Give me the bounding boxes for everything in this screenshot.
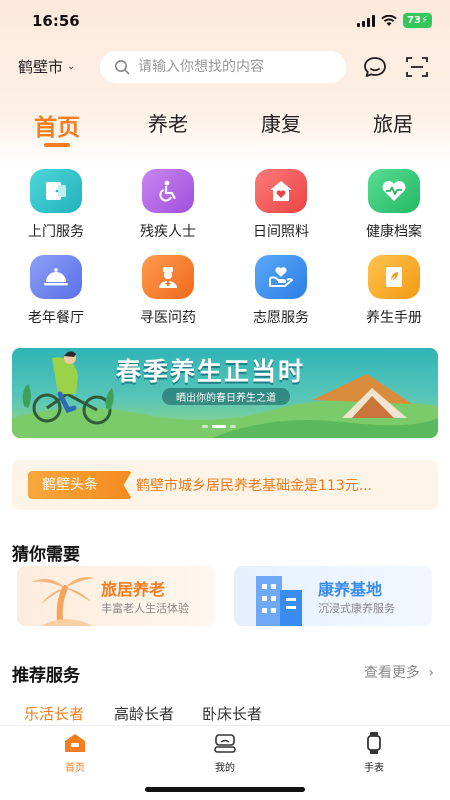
- card-title: 旅居养老: [101, 580, 166, 599]
- hand-heart-icon: [255, 255, 307, 299]
- card-subtitle: 沉浸式康养服务: [318, 602, 395, 615]
- status-time: 16:56: [32, 12, 80, 30]
- city-label: 鹤壁市: [18, 58, 64, 76]
- message-bubble-icon[interactable]: [362, 54, 388, 80]
- search-input[interactable]: [138, 59, 338, 75]
- wheelchair-icon: [142, 169, 194, 213]
- grid-item-health-handbook[interactable]: 养生手册: [338, 255, 450, 327]
- home-indicator: [145, 787, 305, 792]
- grid-item-health-record[interactable]: 健康档案: [338, 169, 450, 241]
- tab-travel-living[interactable]: 旅居: [353, 108, 433, 137]
- battery-level: 73: [407, 15, 421, 26]
- grid-label: 寻医问药: [140, 310, 196, 326]
- grid-item-day-care[interactable]: 日间照料: [225, 169, 337, 241]
- house-heart-icon: [255, 169, 307, 213]
- news-ticker[interactable]: 鹤壁头条 鹤壁市城乡居民养老基础金是113元...: [12, 460, 438, 510]
- battery-indicator: 73⚡: [403, 13, 432, 28]
- grid-item-door-service[interactable]: 上门服务: [0, 169, 112, 241]
- grid-item-disabled[interactable]: 残疾人士: [112, 169, 224, 241]
- profile-icon: [214, 734, 236, 753]
- tab-active-elders[interactable]: 乐活长者: [24, 703, 84, 724]
- city-selector[interactable]: 鹤壁市 ⌄: [18, 56, 75, 77]
- active-tab-indicator: [44, 143, 70, 147]
- news-tag: 鹤壁头条: [28, 471, 132, 499]
- watch-icon: [367, 732, 381, 754]
- grid-item-elderly-dining[interactable]: 老年餐厅: [0, 255, 112, 327]
- card-title: 康养基地: [318, 580, 383, 599]
- promo-banner[interactable]: 春季养生正当时 晒出你的春日养生之道: [12, 348, 438, 438]
- grid-item-find-doctor[interactable]: 寻医问药: [112, 255, 224, 327]
- tabbar-mine[interactable]: 我的: [185, 732, 265, 774]
- grid-item-volunteer[interactable]: 志愿服务: [225, 255, 337, 327]
- tab-bedridden-elders[interactable]: 卧床长者: [202, 703, 262, 724]
- search-icon: [115, 60, 130, 75]
- card-subtitle: 丰富老人生活体验: [101, 602, 189, 615]
- tabbar-label: 首页: [65, 763, 85, 774]
- tab-rehab[interactable]: 康复: [241, 108, 321, 137]
- news-headline[interactable]: 鹤壁市城乡居民养老基础金是113元...: [136, 475, 372, 495]
- tab-home[interactable]: 首页: [17, 108, 97, 142]
- grid-label: 养生手册: [366, 310, 422, 326]
- chevron-right-icon: ›: [428, 665, 434, 681]
- top-tabs: 首页 养老 康复 旅居: [0, 108, 450, 154]
- tab-elderly-care[interactable]: 养老: [128, 108, 208, 137]
- building-icon: [256, 576, 302, 626]
- header: 鹤壁市 ⌄: [0, 48, 450, 84]
- tabbar-label: 手表: [364, 763, 384, 774]
- status-bar: 16:56 73⚡: [0, 0, 450, 44]
- palm-tree-icon: [31, 577, 95, 626]
- door-service-icon: [30, 169, 82, 213]
- grid-label: 志愿服务: [253, 310, 309, 326]
- see-more-link[interactable]: 查看更多 ›: [364, 662, 434, 682]
- banner-pagination: [202, 425, 236, 428]
- wifi-icon: [381, 14, 397, 26]
- banner-title: 春季养生正当时: [116, 357, 306, 386]
- doctor-icon: [142, 255, 194, 299]
- card-travel-living[interactable]: 旅居养老 丰富老人生活体验: [17, 566, 215, 626]
- chevron-down-icon: ⌄: [67, 61, 76, 72]
- grid-label: 健康档案: [366, 224, 422, 240]
- scan-icon[interactable]: [404, 54, 430, 80]
- grid-label: 上门服务: [28, 224, 84, 240]
- grid-label: 老年餐厅: [28, 310, 84, 326]
- tabbar-label: 我的: [215, 763, 235, 774]
- grid-label: 残疾人士: [140, 224, 196, 240]
- see-more-label: 查看更多: [363, 665, 420, 681]
- tab-senior-elders[interactable]: 高龄长者: [114, 703, 174, 724]
- recommend-tabs: 乐活长者 高龄长者 卧床长者: [24, 703, 444, 727]
- tabbar-watch[interactable]: 手表: [334, 732, 414, 774]
- cellular-signal-icon: [357, 14, 376, 27]
- grid-label: 日间照料: [253, 224, 309, 240]
- banner-subtitle: 晒出你的春日养生之道: [162, 388, 290, 405]
- status-icons: 73⚡: [357, 13, 432, 28]
- tabbar-home[interactable]: 首页: [35, 732, 115, 774]
- recommend-section-title: 推荐服务: [12, 666, 80, 686]
- home-icon: [65, 734, 85, 752]
- handbook-icon: [368, 255, 420, 299]
- search-bar[interactable]: [100, 51, 346, 83]
- dining-cloche-icon: [30, 255, 82, 299]
- card-wellness-base[interactable]: 康养基地 沉浸式康养服务: [234, 566, 432, 626]
- guess-section-title: 猜你需要: [12, 545, 80, 565]
- health-heart-icon: [368, 169, 420, 213]
